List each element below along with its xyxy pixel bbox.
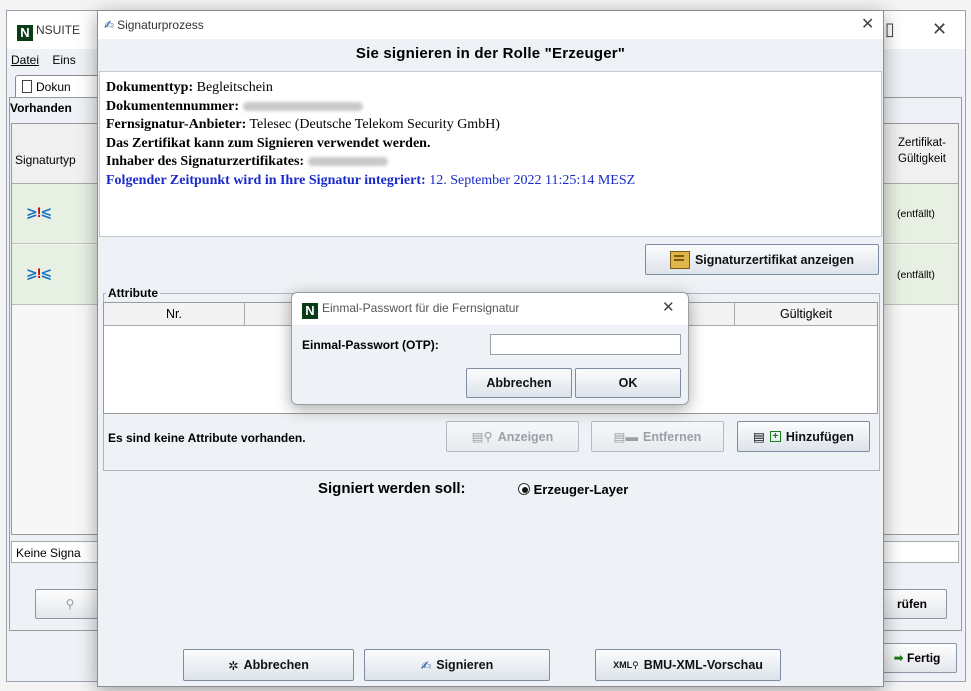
document-info: Dokumenttyp: Begleitschein Dokumentennum… [99,71,882,237]
col-gueltigkeit: Gültigkeit [779,307,833,321]
nsuite-logo-icon: N [17,25,33,41]
signed-layer-label: Signiert werden soll: [318,480,466,497]
dialog-titlebar: ✍ Signaturprozess ✕ [98,11,883,39]
otp-titlebar: N Einmal-Passwort für die Fernsignatur ✕ [292,293,688,325]
signature-pen-icon: ✍ [420,658,432,673]
attributes-label: Attribute [106,286,160,300]
document-icon [22,80,32,93]
dialog-close-icon[interactable]: ✕ [861,14,874,33]
arrow-right-icon: ➡ [893,651,904,665]
otp-ok-button[interactable]: OK [575,368,681,398]
dialog-abbrechen-button[interactable]: ✲ Abbrechen [183,649,354,681]
menu-eins[interactable]: Eins [52,53,75,67]
col-signaturtyp: Signaturtyp [15,153,76,167]
anzeigen-button[interactable]: ▤⚲ Anzeigen [446,421,579,452]
otp-dialog: N Einmal-Passwort für die Fernsignatur ✕ … [291,292,689,405]
pruefen-button[interactable]: rüfen [877,589,947,619]
redacted-value [307,157,388,167]
otp-field-label: Einmal-Passwort (OTP): [302,338,439,352]
warning-icon: ⩾!⩽ [26,265,52,281]
tab-dokument[interactable]: Dokun [15,75,105,97]
show-certificate-button[interactable]: Signaturzertifikat anzeigen [645,244,879,275]
info-doknr: Dokumentennummer: [106,98,875,117]
radio-selected-icon[interactable] [518,483,530,495]
row-validity: (entfällt) [897,269,935,281]
otp-close-icon[interactable]: ✕ [662,298,675,316]
info-inhaber: Inhaber des Signaturzertifikates: [106,153,875,172]
col-nr: Nr. [104,303,245,326]
redacted-value [242,101,363,111]
maximize-icon[interactable]: ▯ [885,19,895,40]
otp-cancel-button[interactable]: Abbrechen [466,368,572,398]
info-anbieter: Fernsignatur-Anbieter: Telesec (Deutsche… [106,117,500,132]
attribute-icon: ▤ [753,430,765,444]
radio-erzeuger-layer[interactable]: Erzeuger-Layer [518,482,628,497]
role-heading: Sie signieren in der Rolle "Erzeuger" [355,45,626,62]
view-attribute-icon: ▤⚲ [471,430,493,444]
magnifier-icon: ⚲ [65,597,75,611]
info-zert-ok: Das Zertifikat kann zum Signieren verwen… [106,135,431,151]
view-signature-button[interactable]: ⚲ [35,589,105,619]
xml-magnifier-icon: XML⚲ [613,659,639,670]
close-icon[interactable]: ✕ [932,19,947,40]
no-attributes-text: Es sind keine Attribute vorhanden. [108,431,306,445]
menu-datei[interactable]: Datei [11,53,39,67]
signieren-button[interactable]: ✍ Signieren [364,649,550,681]
warning-icon: ⩾!⩽ [26,204,52,220]
otp-input[interactable] [490,334,681,355]
dialog-title: ✍ Signaturprozess [104,18,204,32]
fertig-button[interactable]: ➡ Fertig [877,643,957,673]
remove-attribute-icon: ▤▬ [613,430,638,444]
certificate-icon [669,250,690,269]
nsuite-logo-icon: N [302,303,318,319]
col-zertifikat-gueltigkeit: Zertifikat- Gültigkeit [898,137,946,165]
signature-pen-icon: ✍ [104,18,115,32]
otp-title: N Einmal-Passwort für die Fernsignatur [302,301,519,319]
hinzufuegen-button[interactable]: ▤ + Hinzufügen [737,421,870,452]
info-doktyp: Dokumenttyp: Begleitschein [106,80,273,95]
cancel-icon: ✲ [228,658,239,673]
plus-icon: + [769,431,781,442]
main-window-title: N NSUITE [17,23,80,41]
xml-preview-button[interactable]: XML⚲ BMU-XML-Vorschau [595,649,781,681]
entfernen-button[interactable]: ▤▬ Entfernen [591,421,724,452]
info-zeitpunkt: Folgender Zeitpunkt wird in Ihre Signatu… [106,172,636,188]
group-label: Vorhanden [10,101,72,115]
row-validity: (entfällt) [897,208,935,220]
